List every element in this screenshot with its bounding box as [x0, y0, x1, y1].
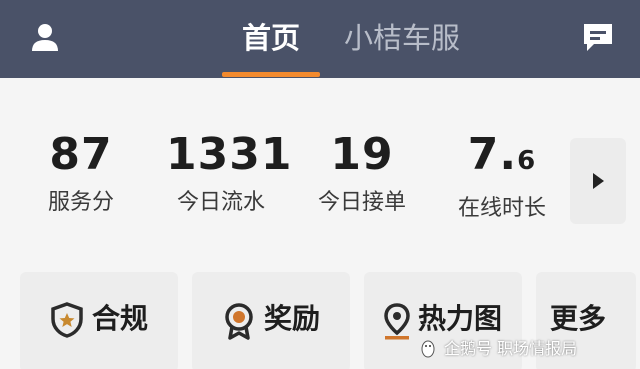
stat-value-main: 7.: [467, 129, 518, 180]
tab-xiaoju-car-service[interactable]: 小桔车服: [344, 18, 460, 58]
shortcut-compliance[interactable]: 合规: [20, 272, 178, 369]
watermark-text: 企鹅号 职场情报局: [444, 339, 578, 358]
tab-home[interactable]: 首页: [242, 18, 300, 58]
stat-value: 19: [330, 129, 394, 180]
stat-today-orders[interactable]: 19 今日接单: [312, 128, 412, 218]
more-stats-button[interactable]: [570, 138, 626, 224]
shortcut-rewards[interactable]: 奖励: [192, 272, 350, 369]
stat-value: 7.6: [448, 128, 556, 188]
user-icon[interactable]: [28, 20, 62, 54]
shortcut-label: 热力图: [418, 302, 503, 335]
active-tab-indicator: [222, 72, 320, 77]
stat-value: 87: [49, 129, 113, 180]
shortcut-label: 更多: [550, 302, 607, 335]
header-bar: 首页 小桔车服: [0, 0, 640, 78]
penguin-logo-icon: [418, 338, 438, 358]
stat-label: 今日流水: [176, 190, 265, 215]
arrow-right-icon: [593, 173, 604, 189]
message-icon[interactable]: [580, 20, 616, 54]
shortcut-label: 奖励: [264, 302, 321, 335]
stat-label: 服务分: [47, 190, 114, 215]
medal-icon: [222, 302, 256, 344]
stat-service-score[interactable]: 87 服务分: [40, 128, 122, 218]
stat-today-revenue[interactable]: 1331 今日流水: [166, 128, 293, 218]
stat-label: 在线时长: [457, 196, 546, 221]
stat-value: 1331: [166, 129, 293, 180]
shield-star-icon: [50, 302, 84, 342]
location-pin-icon: [382, 302, 412, 344]
stat-label: 今日接单: [317, 190, 406, 215]
stat-value-decimal: 6: [517, 146, 537, 176]
stat-online-duration[interactable]: 7.6 在线时长: [448, 128, 556, 224]
watermark: 企鹅号 职场情报局: [418, 335, 577, 359]
shortcut-label: 合规: [92, 302, 149, 335]
